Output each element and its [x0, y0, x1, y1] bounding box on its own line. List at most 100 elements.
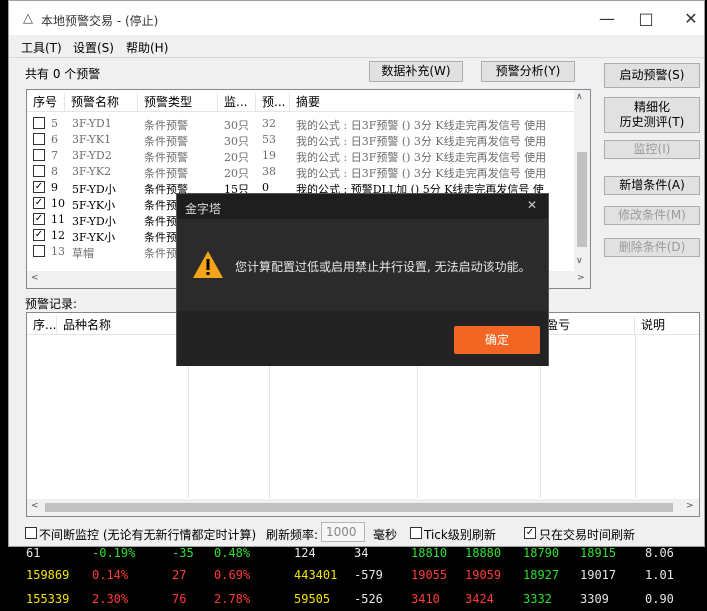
col-header-summary[interactable]: 摘要: [290, 93, 575, 111]
title-bar: △ 本地预警交易 - (停止) — □ ✕: [9, 1, 704, 35]
alert-row-checkbox[interactable]: ✓: [33, 197, 45, 209]
scroll-down-icon[interactable]: ∨: [576, 256, 583, 266]
quote-cell: 159869: [26, 568, 70, 582]
alert-cell-name: 3F-YK2: [72, 165, 112, 178]
quote-cell: 0.48%: [214, 546, 251, 560]
quote-cell: 1.01: [645, 568, 674, 582]
dialog-title-bar: 金字塔 ✕: [177, 194, 548, 219]
quote-cell: 0.14%: [92, 568, 129, 582]
record-col-note[interactable]: 说明: [635, 316, 699, 334]
alert-cell-name: 3F-YK1: [72, 133, 112, 146]
record-scroll-left-icon[interactable]: <: [31, 501, 39, 511]
scroll-up-icon[interactable]: ∧: [576, 92, 583, 102]
monitor-button[interactable]: 监控(I): [604, 140, 700, 159]
alert-row[interactable]: 7 3F-YD2 条件预警 20只 19 我的公式 : 日3F预警 () 3分 K线走完再…: [27, 148, 587, 164]
scroll-right-icon[interactable]: >: [577, 273, 585, 283]
col-header-alert[interactable]: 预...: [256, 93, 290, 111]
dialog-close-icon[interactable]: ✕: [527, 198, 537, 212]
alert-cell-no: 12: [51, 229, 65, 242]
quote-cell: 2.78%: [214, 592, 251, 606]
alert-cell-no: 13: [51, 245, 65, 258]
menu-help[interactable]: 帮助(H): [126, 39, 168, 56]
alert-row-checkbox[interactable]: ✓: [33, 181, 45, 193]
alert-analysis-button[interactable]: 预警分析(Y): [481, 61, 575, 82]
alert-cell-summary: 我的公式 : 日3F预警 () 3分 K线走完再发信号 使用: [296, 167, 547, 180]
trade-time-only-checkbox[interactable]: ✓: [524, 527, 536, 539]
edit-condition-button[interactable]: 修改条件(M): [604, 206, 700, 225]
record-col-name[interactable]: 品种名称: [57, 316, 188, 334]
alert-cell-type: 条件预警: [144, 119, 188, 132]
alert-row-checkbox[interactable]: ✓: [33, 213, 45, 225]
quote-cell: 18915: [580, 546, 617, 560]
alert-cell-pre: 38: [262, 165, 276, 178]
quote-cell: 59505: [294, 592, 331, 606]
start-alert-button[interactable]: 启动预警(S): [604, 63, 700, 88]
col-header-type[interactable]: 预警类型: [138, 93, 218, 111]
quote-cell: 18880: [465, 546, 502, 560]
scroll-thumb[interactable]: [577, 152, 587, 247]
quote-cell: 19017: [580, 568, 617, 582]
menu-tools[interactable]: 工具(T): [21, 39, 62, 56]
alert-row-checkbox[interactable]: ✓: [33, 229, 45, 241]
alert-row-checkbox[interactable]: [33, 117, 45, 129]
ok-button[interactable]: 确定: [454, 326, 540, 354]
alert-row[interactable]: 6 3F-YK1 条件预警 30只 53 我的公式 : 日3F预警 () 3分 K线走完再…: [27, 132, 587, 148]
col-header-no[interactable]: 序号: [27, 93, 65, 111]
tick-refresh-checkbox[interactable]: [410, 527, 422, 539]
window-title: 本地预警交易 - (停止): [41, 14, 159, 28]
alert-cell-pre: 19: [262, 149, 276, 162]
quote-cell: 2.30%: [92, 592, 129, 606]
trade-time-only-label: 只在交易时间刷新: [539, 528, 636, 542]
menu-settings[interactable]: 设置(S): [73, 39, 114, 56]
quote-cell: 19059: [465, 568, 502, 582]
scroll-left-icon[interactable]: <: [31, 273, 39, 283]
alert-row-checkbox[interactable]: [33, 165, 45, 177]
quote-cell: 3309: [580, 592, 609, 606]
alert-cell-name: 3F-YD2: [72, 149, 112, 162]
alert-cell-pre: 53: [262, 133, 276, 146]
alert-cell-name: 5F-YD小: [72, 183, 116, 196]
data-fill-button[interactable]: 数据补充(W): [369, 61, 463, 82]
alert-cell-no: 6: [51, 133, 58, 146]
quote-row[interactable]: 159869 0.14% 27 0.69% 443401 -579 19055 19059 18…: [0, 565, 707, 587]
col-header-name[interactable]: 预警名称: [65, 93, 138, 111]
alert-cell-no: 8: [51, 165, 58, 178]
alert-row[interactable]: 5 3F-YD1 条件预警 30只 32 我的公式 : 日3F预警 () 3分 K线走完再…: [27, 116, 587, 132]
alert-row[interactable]: 8 3F-YK2 条件预警 20只 38 我的公式 : 日3F预警 () 3分 K线走完再…: [27, 164, 587, 180]
quote-cell: 18790: [523, 546, 560, 560]
quote-cell: 3332: [523, 592, 552, 606]
delete-condition-button[interactable]: 删除条件(D): [604, 238, 700, 257]
record-col-no[interactable]: 序...: [27, 316, 57, 334]
dialog-title: 金字塔: [185, 202, 222, 216]
alert-cell-name: 3F-YD1: [72, 117, 112, 130]
alert-cell-name: 5F-YK小: [72, 199, 116, 212]
alert-cell-no: 5: [51, 117, 58, 130]
alert-cell-type: 条件预警: [144, 167, 188, 180]
record-hscrollbar[interactable]: < >: [27, 499, 699, 516]
maximize-icon[interactable]: □: [636, 9, 656, 28]
minimize-icon[interactable]: —: [597, 9, 617, 28]
record-col-profit[interactable]: 盈亏: [540, 316, 635, 334]
add-condition-button[interactable]: 新增条件(A): [604, 176, 700, 195]
quote-cell: 3410: [411, 592, 440, 606]
alert-cell-mon: 20只: [224, 167, 249, 180]
record-scroll-thumb[interactable]: [45, 503, 673, 512]
alert-cell-no: 11: [51, 213, 65, 226]
app-icon: △: [23, 11, 33, 26]
alert-cell-pre: 32: [262, 117, 276, 130]
continuous-monitor-checkbox[interactable]: [25, 527, 37, 539]
alert-row-checkbox[interactable]: [33, 149, 45, 161]
quote-cell: 18810: [411, 546, 448, 560]
quote-row[interactable]: 155339 2.30% 76 2.78% 59505 -526 3410 3424 3332 3…: [0, 589, 707, 611]
alert-row-checkbox[interactable]: [33, 245, 45, 257]
record-scroll-right-icon[interactable]: >: [686, 501, 694, 511]
refresh-rate-input[interactable]: 1000: [321, 522, 365, 542]
alert-count-label: 共有 0 个预警: [25, 67, 101, 81]
alert-list-vscrollbar[interactable]: ∧ ∨: [574, 90, 590, 271]
alert-row-checkbox[interactable]: [33, 133, 45, 145]
col-header-monitor[interactable]: 监...: [218, 93, 256, 111]
alert-list-header: 序号 预警名称 预警类型 监... 预... 摘要: [27, 90, 575, 112]
refine-history-button[interactable]: 精细化 历史测评(T): [604, 97, 700, 133]
quote-cell: 8.06: [645, 546, 674, 560]
close-icon[interactable]: ✕: [681, 9, 701, 28]
